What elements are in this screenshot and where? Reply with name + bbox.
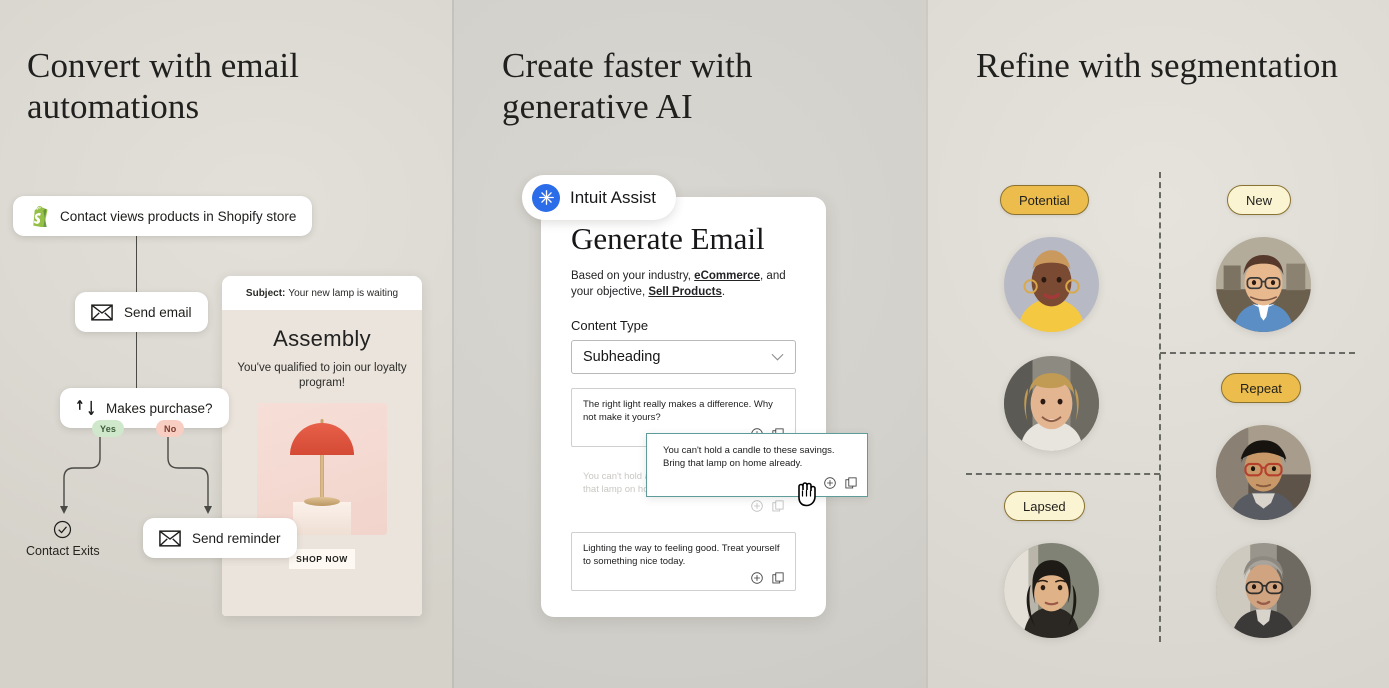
subtitle-part-a: Based on your industry, [571, 270, 695, 282]
generate-email-card: Generate Email Based on your industry, e… [541, 197, 826, 617]
avatar-repeat-1[interactable] [1216, 425, 1311, 520]
generate-email-subtitle: Based on your industry, eCommerce, and y… [571, 268, 796, 300]
segment-pill-potential[interactable]: Potential [1000, 185, 1089, 215]
suggestion-actions [583, 572, 784, 584]
flow-exit-label: Contact Exits [26, 544, 100, 558]
flow-send-email-label: Send email [124, 304, 192, 320]
panel-divider-1 [452, 0, 454, 688]
segment-pill-repeat[interactable]: Repeat [1221, 373, 1301, 403]
lamp-product-image [257, 403, 387, 535]
shopify-icon [33, 205, 48, 227]
plus-circle-icon[interactable] [751, 500, 763, 512]
branch-icon [76, 399, 95, 415]
panel-right-heading: Refine with segmentation [976, 46, 1339, 85]
segment-divider-horizontal-left [966, 473, 1160, 475]
dragged-suggestion-text: You can't hold a candle to these savings… [663, 445, 835, 469]
email-body-copy: You've qualified to join our loyalty pro… [237, 362, 407, 389]
envelope-icon [91, 303, 113, 321]
automation-flow: Contact views products in Shopify store … [0, 0, 452, 688]
avatar-potential-1[interactable] [1004, 237, 1099, 332]
email-subject-value: Your new lamp is waiting [288, 287, 399, 299]
email-subject-line: Subject: Your new lamp is waiting [222, 276, 422, 310]
sparkle-icon [532, 183, 560, 212]
plus-circle-icon[interactable] [824, 477, 836, 489]
email-preview-card: Subject: Your new lamp is waiting Assemb… [222, 276, 422, 616]
plus-circle-icon[interactable] [751, 572, 763, 584]
panel-middle-heading: Create faster with generative AI [502, 46, 753, 126]
generate-email-title: Generate Email [571, 221, 765, 256]
avatar-repeat-2[interactable] [1216, 543, 1311, 638]
flow-connector-1 [136, 236, 138, 293]
flow-connector-2 [136, 332, 138, 389]
email-brand-name: Assembly [273, 326, 371, 351]
avatar-new-1[interactable] [1216, 237, 1311, 332]
panel-email-automations: Convert with email automations Contact v… [0, 0, 452, 688]
shop-now-button[interactable]: SHOP NOW [289, 549, 355, 569]
flow-node-condition[interactable]: Makes purchase? [60, 388, 229, 428]
segment-divider-vertical [1159, 172, 1161, 642]
objective-link[interactable]: Sell Products [648, 286, 722, 298]
copy-icon[interactable] [772, 572, 784, 584]
email-subject-label: Subject: [245, 287, 286, 299]
check-circle-icon [54, 520, 72, 539]
grabbing-hand-cursor [798, 482, 816, 507]
suggestion-text: The right light really makes a differenc… [583, 399, 773, 423]
segment-pill-lapsed[interactable]: Lapsed [1004, 491, 1085, 521]
copy-icon[interactable] [772, 500, 784, 512]
chevron-down-icon [771, 353, 784, 361]
copy-icon[interactable] [845, 477, 857, 489]
dragged-suggestion-actions [824, 477, 857, 489]
promo-triptych: Convert with email automations Contact v… [0, 0, 1389, 688]
subtitle-part-d: . [721, 286, 726, 298]
segment-divider-horizontal-right [1160, 352, 1355, 354]
content-type-select[interactable]: Subheading [571, 340, 796, 374]
flow-node-send-email[interactable]: Send email [75, 292, 208, 332]
flow-node-send-reminder[interactable]: Send reminder [143, 518, 297, 558]
email-preview-body: Assembly You've qualified to join our lo… [222, 310, 422, 616]
avatar-potential-2[interactable] [1004, 356, 1099, 451]
flow-trigger-label: Contact views products in Shopify store [60, 208, 297, 224]
segment-pill-new[interactable]: New [1227, 185, 1292, 215]
content-type-value: Subheading [583, 349, 661, 365]
intuit-assist-label: Intuit Assist [570, 187, 656, 207]
panel-segmentation: Refine with segmentation [926, 0, 1389, 688]
flow-condition-label: Makes purchase? [106, 400, 213, 416]
branch-badge-yes[interactable]: Yes [92, 420, 125, 437]
dragged-suggestion-card[interactable]: You can't hold a candle to these savings… [646, 433, 868, 497]
flow-node-trigger[interactable]: Contact views products in Shopify store [13, 196, 313, 236]
suggestion-card-3[interactable]: Lighting the way to feeling good. Treat … [571, 532, 796, 591]
avatar-lapsed-1[interactable] [1004, 543, 1099, 638]
intuit-assist-badge[interactable]: Intuit Assist [522, 175, 676, 220]
flow-send-reminder-label: Send reminder [192, 530, 281, 546]
envelope-icon [159, 529, 181, 547]
suggestion-actions [583, 500, 784, 512]
panel-generative-ai: Create faster with generative AI Intuit … [452, 0, 926, 688]
content-type-label: Content Type [571, 318, 649, 333]
industry-link[interactable]: eCommerce [694, 270, 760, 282]
panel-divider-2 [926, 0, 928, 688]
suggestion-text: Lighting the way to feeling good. Treat … [583, 543, 780, 567]
branch-badge-no[interactable]: No [156, 420, 185, 437]
subtitle-part-b: , [760, 270, 764, 282]
flow-node-exit[interactable]: Contact Exits [26, 520, 100, 558]
